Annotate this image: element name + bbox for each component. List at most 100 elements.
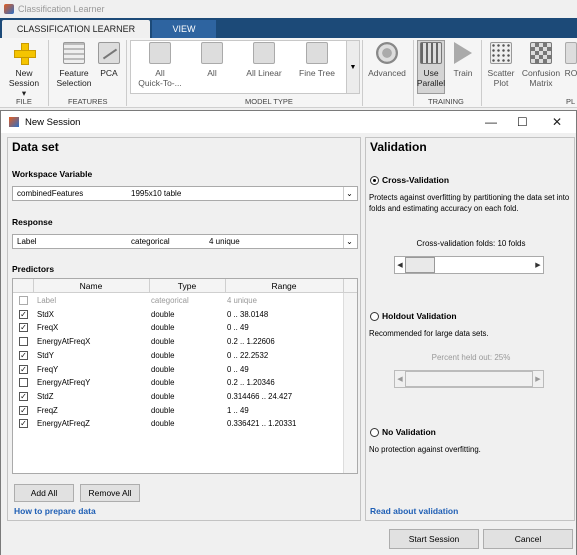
folds-slider[interactable]: ◀ ▶ bbox=[394, 256, 544, 274]
model-icon bbox=[201, 42, 223, 64]
slider-left-arrow-icon[interactable]: ◀ bbox=[395, 257, 405, 273]
gear-icon bbox=[376, 42, 398, 64]
slider-thumb[interactable] bbox=[405, 371, 533, 387]
minimize-icon[interactable]: — bbox=[485, 115, 497, 129]
tab-view[interactable]: VIEW bbox=[152, 20, 216, 38]
tab-classification-learner[interactable]: CLASSIFICATION LEARNER bbox=[2, 20, 150, 38]
cross-validation-label[interactable]: Cross-Validation bbox=[382, 175, 449, 185]
group-label-features: FEATURES bbox=[68, 97, 108, 106]
response-label: Response bbox=[12, 217, 53, 227]
gallery-all-quick-to-train[interactable]: All Quick-To-... bbox=[136, 42, 184, 88]
predictor-name: EnergyAtFreqZ bbox=[37, 419, 90, 429]
maximize-icon[interactable]: ☐ bbox=[517, 115, 528, 129]
predictor-checkbox[interactable] bbox=[19, 378, 28, 388]
close-icon[interactable]: ✕ bbox=[552, 115, 562, 129]
data-set-title: Data set bbox=[12, 140, 59, 154]
matlab-logo-icon bbox=[9, 117, 19, 127]
add-all-button[interactable]: Add All bbox=[14, 484, 74, 502]
predictor-checkbox[interactable]: ✓ bbox=[19, 391, 28, 401]
table-row[interactable]: ✓ StdY double 0 .. 22.2532 bbox=[13, 349, 343, 363]
slider-left-arrow-icon[interactable]: ◀ bbox=[395, 371, 405, 387]
cross-validation-folds-text: Cross-validation folds: 10 folds bbox=[416, 239, 526, 248]
dialog-title: New Session bbox=[25, 116, 81, 128]
plus-icon bbox=[13, 42, 36, 65]
response-dropdown[interactable]: Label categorical 4 unique ⌄ bbox=[12, 234, 358, 249]
workspace-variable-dropdown[interactable]: combinedFeatures 1995x10 table ⌄ bbox=[12, 186, 358, 201]
chevron-down-icon: ⌄ bbox=[343, 235, 355, 248]
predictor-type: double bbox=[151, 378, 175, 388]
holdout-validation-radio[interactable] bbox=[370, 312, 379, 321]
validation-title: Validation bbox=[370, 140, 427, 154]
predictor-type: double bbox=[151, 391, 175, 401]
pca-button[interactable]: PCA bbox=[97, 42, 121, 78]
predictor-checkbox[interactable]: ✓ bbox=[19, 323, 28, 333]
slider-right-arrow-icon[interactable]: ▶ bbox=[533, 257, 543, 273]
table-scrollbar[interactable] bbox=[343, 293, 357, 473]
predictor-name: Label bbox=[37, 296, 57, 305]
train-button[interactable]: Train bbox=[450, 42, 476, 78]
predictor-type: double bbox=[151, 364, 175, 374]
predictor-range: 0.336421 .. 1.20331 bbox=[227, 419, 297, 429]
predictor-type: double bbox=[151, 405, 175, 415]
column-header-type[interactable]: Type bbox=[149, 281, 225, 291]
feature-selection-button[interactable]: Feature Selection bbox=[54, 42, 94, 88]
predictor-checkbox[interactable]: ✓ bbox=[19, 405, 28, 415]
remove-all-button[interactable]: Remove All bbox=[80, 484, 140, 502]
predictor-checkbox[interactable]: ✓ bbox=[19, 309, 28, 319]
predictor-checkbox[interactable] bbox=[19, 337, 28, 347]
predictor-checkbox[interactable]: ✓ bbox=[19, 364, 28, 374]
predictor-checkbox[interactable] bbox=[19, 296, 28, 305]
scatter-plot-icon bbox=[490, 42, 512, 64]
predictors-label: Predictors bbox=[12, 264, 55, 274]
table-header: Name Type Range bbox=[13, 279, 357, 293]
predictor-type: double bbox=[151, 323, 175, 333]
gallery-all[interactable]: All bbox=[194, 42, 230, 78]
table-row[interactable]: ✓ FreqX double 0 .. 49 bbox=[13, 321, 343, 335]
predictor-range: 0.2 .. 1.22606 bbox=[227, 337, 275, 347]
column-header-name[interactable]: Name bbox=[33, 281, 149, 291]
roc-curve-button[interactable]: RO bbox=[565, 42, 577, 78]
table-row[interactable]: EnergyAtFreqX double 0.2 .. 1.22606 bbox=[13, 335, 343, 349]
table-row[interactable]: ✓ FreqY double 0 .. 49 bbox=[13, 363, 343, 377]
new-session-dialog: New Session — ☐ ✕ Data set Workspace Var… bbox=[0, 110, 577, 555]
predictor-checkbox[interactable]: ✓ bbox=[19, 419, 28, 429]
table-row[interactable]: ✓ StdX double 0 .. 38.0148 bbox=[13, 308, 343, 322]
slider-thumb[interactable] bbox=[405, 257, 435, 273]
read-about-validation-link[interactable]: Read about validation bbox=[370, 506, 458, 516]
how-to-prepare-data-link[interactable]: How to prepare data bbox=[14, 506, 96, 516]
holdout-validation-label[interactable]: Holdout Validation bbox=[382, 311, 457, 321]
use-parallel-toggle[interactable]: Use Parallel bbox=[417, 42, 445, 88]
confusion-matrix-button[interactable]: Confusion Matrix bbox=[520, 42, 562, 88]
advanced-button[interactable]: Advanced bbox=[366, 42, 408, 78]
table-row[interactable]: EnergyAtFreqY double 0.2 .. 1.20346 bbox=[13, 376, 343, 390]
scatter-plot-button[interactable]: Scatter Plot bbox=[484, 42, 518, 88]
cross-validation-radio[interactable] bbox=[370, 176, 379, 185]
response-value: Label bbox=[17, 237, 37, 246]
linear-model-icon bbox=[253, 42, 275, 64]
table-row[interactable]: ✓ FreqZ double 1 .. 49 bbox=[13, 404, 343, 418]
confusion-matrix-icon bbox=[530, 42, 552, 64]
new-session-button[interactable]: New Session ▾ bbox=[6, 42, 42, 98]
gallery-expand-button[interactable]: ▼ bbox=[346, 40, 360, 94]
no-validation-radio[interactable] bbox=[370, 428, 379, 437]
no-validation-label[interactable]: No Validation bbox=[382, 427, 436, 437]
response-type: categorical bbox=[131, 237, 170, 246]
column-header-range[interactable]: Range bbox=[225, 281, 343, 291]
table-row[interactable]: Label categorical 4 unique bbox=[13, 294, 343, 308]
predictor-checkbox[interactable]: ✓ bbox=[19, 350, 28, 360]
no-validation-description: No protection against overfitting. bbox=[369, 445, 481, 454]
table-row[interactable]: ✓ StdZ double 0.314466 .. 24.427 bbox=[13, 390, 343, 404]
slider-right-arrow-icon[interactable]: ▶ bbox=[533, 371, 543, 387]
cancel-button[interactable]: Cancel bbox=[483, 529, 573, 549]
gallery-all-linear[interactable]: All Linear bbox=[242, 42, 286, 78]
gallery-fine-tree[interactable]: Fine Tree bbox=[296, 42, 338, 78]
table-row[interactable]: ✓ EnergyAtFreqZ double 0.336421 .. 1.20331 bbox=[13, 417, 343, 431]
start-session-button[interactable]: Start Session bbox=[389, 529, 479, 549]
ribbon: New Session ▾ Feature Selection PCA All … bbox=[0, 38, 577, 108]
dialog-footer: Start Session Cancel bbox=[1, 525, 576, 555]
predictor-range: 0 .. 49 bbox=[227, 323, 249, 333]
predictor-name: StdZ bbox=[37, 391, 54, 401]
workspace-variable-size: 1995x10 table bbox=[131, 189, 182, 198]
predictor-range: 0.314466 .. 24.427 bbox=[227, 391, 293, 401]
holdout-slider[interactable]: ◀ ▶ bbox=[394, 370, 544, 388]
